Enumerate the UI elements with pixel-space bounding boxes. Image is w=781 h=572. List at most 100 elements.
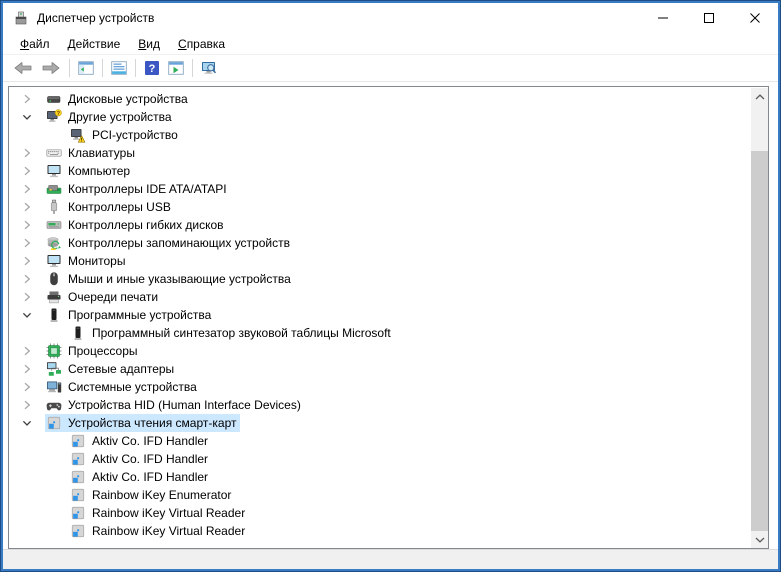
tree-item[interactable]: Процессоры (9, 342, 751, 360)
menu-file[interactable]: Файл (11, 35, 59, 53)
tree-item[interactable]: Rainbow iKey Virtual Reader (9, 504, 751, 522)
tree-item[interactable]: Клавиатуры (9, 144, 751, 162)
chevron-right-icon[interactable] (19, 199, 35, 215)
back-button[interactable] (9, 56, 37, 80)
chevron-right-icon[interactable] (19, 163, 35, 179)
scan-hardware-changes-button[interactable] (197, 56, 221, 80)
smart-card-reader-icon (70, 451, 86, 467)
scroll-down-button[interactable] (751, 531, 768, 548)
tree-item-label: Устройства HID (Human Interface Devices) (67, 398, 302, 412)
chevron-right-icon[interactable] (19, 271, 35, 287)
menu-help[interactable]: Справка (169, 35, 234, 53)
content-area: Дисковые устройства?Другие устройства PCI… (3, 82, 778, 549)
tree-item[interactable]: Aktiv Co. IFD Handler (9, 450, 751, 468)
tree-item[interactable]: Мыши и иные указывающие устройства (9, 270, 751, 288)
chevron-right-icon[interactable] (19, 253, 35, 269)
chevron-placeholder (43, 451, 59, 467)
tree-item[interactable]: Устройства чтения смарт-карт (9, 414, 751, 432)
menu-bar: ФайлДействиеВидСправка (3, 33, 778, 55)
ide-controller-icon (46, 181, 62, 197)
tree-item[interactable]: Rainbow iKey Enumerator (9, 486, 751, 504)
toolbar-separator (69, 59, 70, 77)
show-hide-console-tree-button[interactable] (74, 56, 98, 80)
tree-item-content: Контроллеры IDE ATA/ATAPI (45, 180, 231, 198)
tree-item-label: Контроллеры USB (67, 200, 172, 214)
tree-item-label: PCI-устройство (91, 128, 179, 142)
minimize-button[interactable] (640, 3, 686, 33)
tree-item[interactable]: Контроллеры запоминающих устройств (9, 234, 751, 252)
storage-controller-icon (46, 235, 62, 251)
tree-item[interactable]: Мониторы (9, 252, 751, 270)
device-tree: Дисковые устройства?Другие устройства PCI… (9, 88, 751, 548)
chevron-right-icon[interactable] (19, 343, 35, 359)
tree-item-content: Клавиатуры (45, 144, 139, 162)
chevron-down-icon[interactable] (19, 415, 35, 431)
tree-item[interactable]: Aktiv Co. IFD Handler (9, 468, 751, 486)
tree-item-label: Контроллеры запоминающих устройств (67, 236, 291, 250)
menu-view[interactable]: Вид (129, 35, 169, 53)
tree-item[interactable]: Контроллеры гибких дисков (9, 216, 751, 234)
tree-item[interactable]: Контроллеры IDE ATA/ATAPI (9, 180, 751, 198)
chevron-down-icon[interactable] (19, 307, 35, 323)
forward-button[interactable] (37, 56, 65, 80)
smart-card-reader-icon (70, 523, 86, 539)
chevron-right-icon[interactable] (19, 181, 35, 197)
tree-item[interactable]: Устройства HID (Human Interface Devices) (9, 396, 751, 414)
tree-item[interactable]: Компьютер (9, 162, 751, 180)
help-icon: ? (144, 60, 160, 76)
vertical-scrollbar[interactable] (751, 88, 768, 548)
tree-item[interactable]: Программный синтезатор звуковой таблицы … (9, 324, 751, 342)
tree-item[interactable]: ?Другие устройства (9, 108, 751, 126)
tree-item[interactable]: Очереди печати (9, 288, 751, 306)
properties-button[interactable] (107, 56, 131, 80)
tree-item-label: Процессоры (67, 344, 139, 358)
toolbar-separator (102, 59, 103, 77)
maximize-icon (704, 13, 714, 23)
tree-item[interactable]: PCI-устройство (9, 126, 751, 144)
tree-item-label: Aktiv Co. IFD Handler (91, 434, 209, 448)
menu-action[interactable]: Действие (59, 35, 130, 53)
tree-item[interactable]: Дисковые устройства (9, 90, 751, 108)
tree-item-label: Rainbow iKey Virtual Reader (91, 524, 246, 538)
tree-item-label: Aktiv Co. IFD Handler (91, 470, 209, 484)
network-adapter-icon (46, 361, 62, 377)
chevron-right-icon[interactable] (19, 397, 35, 413)
arrow-left-icon (12, 60, 34, 76)
tree-item[interactable]: Системные устройства (9, 378, 751, 396)
scan-icon (201, 60, 217, 76)
tree-item-content: Процессоры (45, 342, 142, 360)
scroll-thumb[interactable] (751, 151, 768, 531)
tree-item-content: Мыши и иные указывающие устройства (45, 270, 295, 288)
smart-card-reader-icon (46, 415, 62, 431)
chevron-down-icon[interactable] (19, 109, 35, 125)
chevron-right-icon[interactable] (19, 217, 35, 233)
smart-card-reader-icon (70, 469, 86, 485)
scroll-up-button[interactable] (751, 88, 768, 105)
toolbar-separator (135, 59, 136, 77)
chevron-right-icon[interactable] (19, 289, 35, 305)
tree-item[interactable]: Aktiv Co. IFD Handler (9, 432, 751, 450)
chevron-right-icon[interactable] (19, 379, 35, 395)
chevron-right-icon[interactable] (19, 145, 35, 161)
maximize-button[interactable] (686, 3, 732, 33)
tree-item-content: Aktiv Co. IFD Handler (69, 468, 212, 486)
svg-text:?: ? (57, 111, 61, 117)
device-manager-window: Диспетчер устройств ФайлДействиеВидСправ… (0, 0, 781, 572)
action-pane-button[interactable] (164, 56, 188, 80)
keyboard-icon (46, 145, 62, 161)
tree-item[interactable]: Программные устройства (9, 306, 751, 324)
chevron-right-icon[interactable] (19, 235, 35, 251)
tree-item[interactable]: Rainbow iKey Virtual Reader (9, 522, 751, 540)
printer-icon (46, 289, 62, 305)
toolbar-separator (192, 59, 193, 77)
scroll-track[interactable] (751, 105, 768, 531)
tree-item[interactable]: Сетевые адаптеры (9, 360, 751, 378)
device-manager-app-icon (13, 10, 29, 26)
tree-item-content: Программный синтезатор звуковой таблицы … (69, 324, 395, 342)
close-button[interactable] (732, 3, 778, 33)
chevron-right-icon[interactable] (19, 361, 35, 377)
chevron-right-icon[interactable] (19, 91, 35, 107)
help-button[interactable]: ? (140, 56, 164, 80)
tree-item[interactable]: Контроллеры USB (9, 198, 751, 216)
tree-item-content: Дисковые устройства (45, 90, 192, 108)
